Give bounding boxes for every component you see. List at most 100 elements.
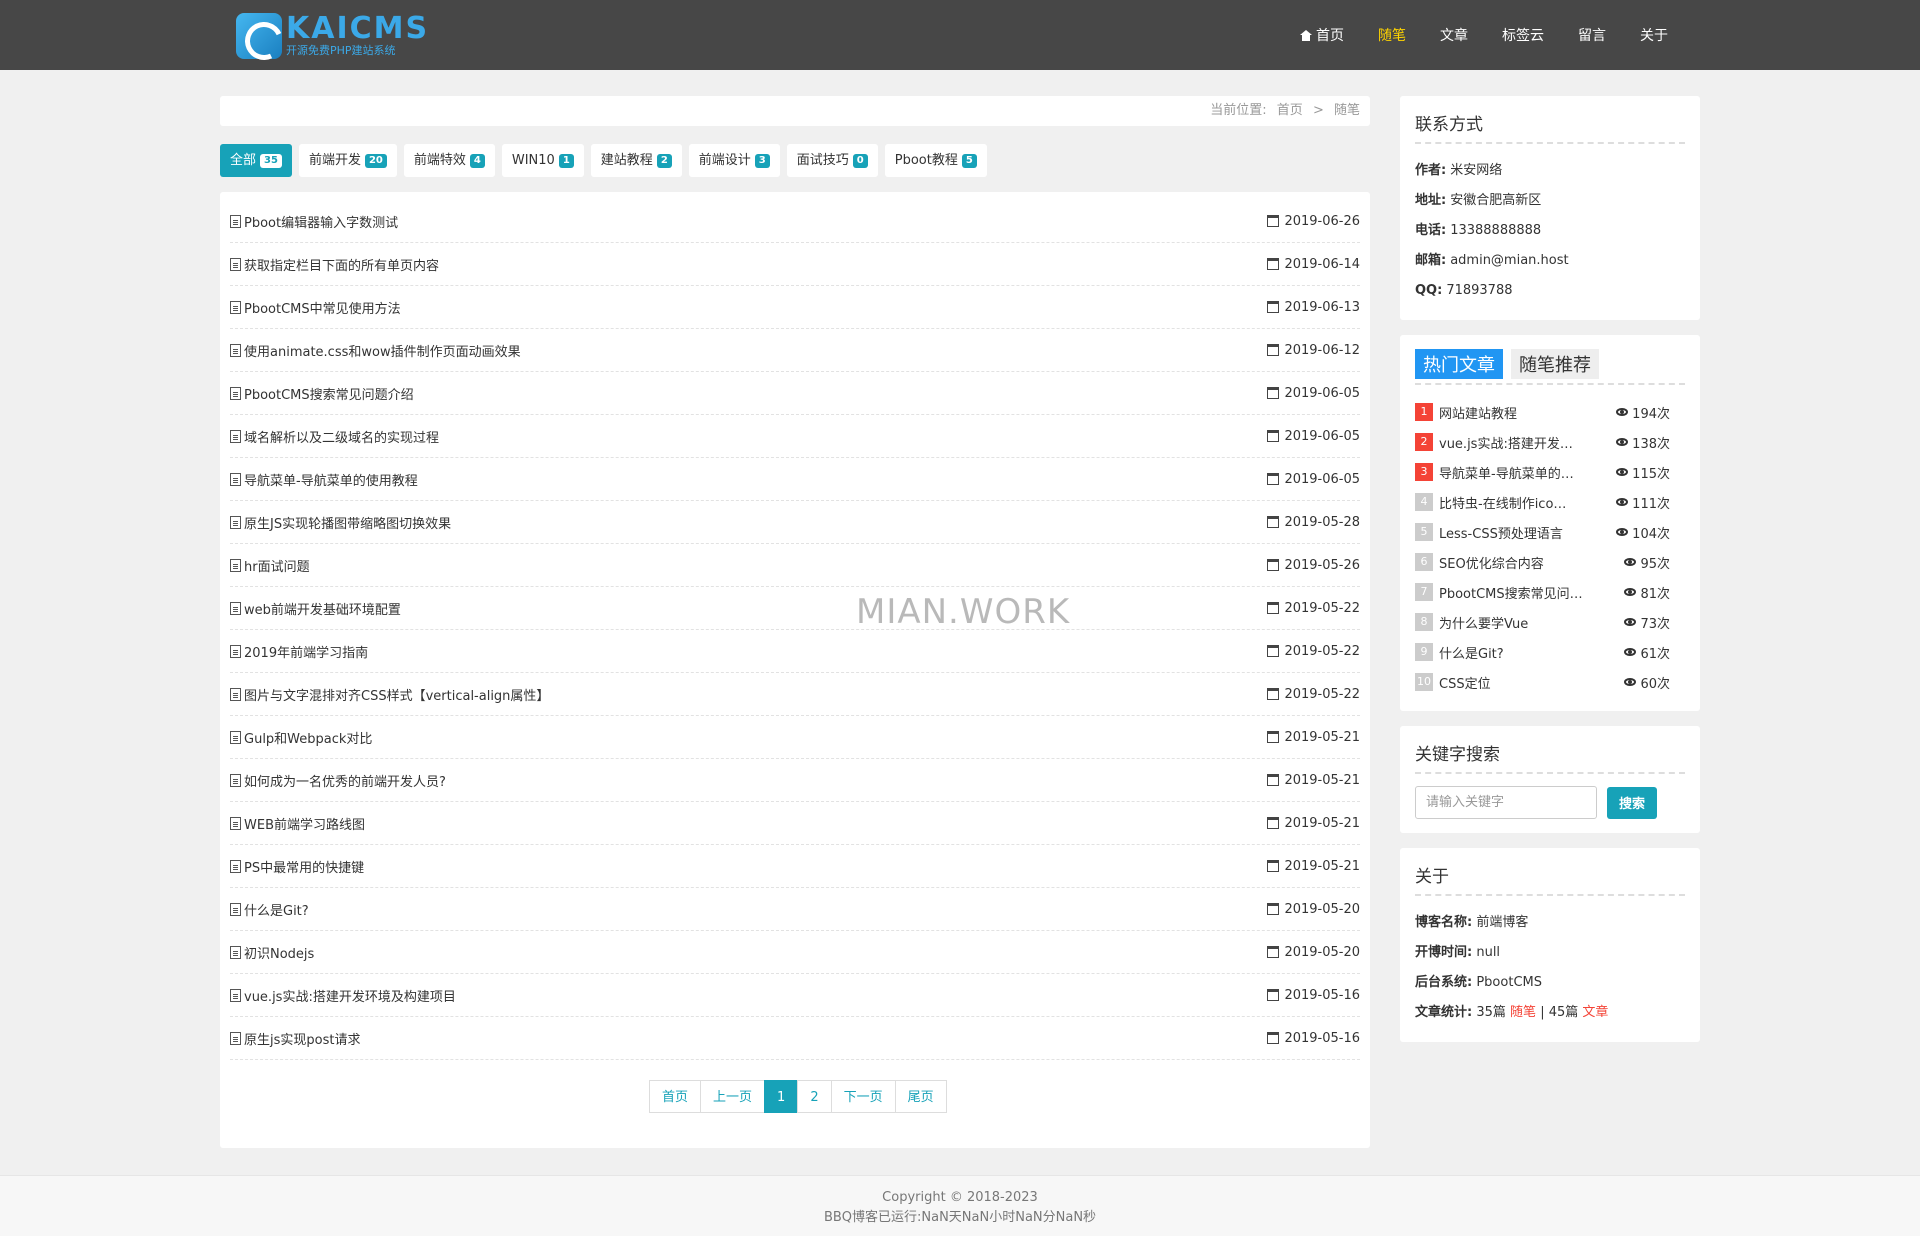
search-button[interactable]: 搜索	[1607, 786, 1658, 819]
nav-label: 关于	[1640, 28, 1668, 44]
article-link[interactable]: 域名解析以及二级域名的实现过程	[230, 427, 439, 446]
category-tag[interactable]: 面试技巧 0	[786, 144, 878, 177]
file-icon	[230, 902, 241, 916]
article-link[interactable]: 什么是Git?	[230, 900, 309, 919]
nav-item-1[interactable]: 随笔	[1378, 25, 1406, 45]
search-input[interactable]	[1415, 786, 1597, 819]
contact-row: 电话: 13388888888	[1415, 216, 1685, 246]
views-text: 73次	[1640, 616, 1670, 632]
article-link[interactable]: PS中最常用的快捷键	[230, 857, 364, 876]
article-link[interactable]: 获取指定栏目下面的所有单页内容	[230, 255, 439, 274]
article-link[interactable]: PbootCMS搜索常见问题介绍	[230, 384, 414, 403]
breadcrumb-home[interactable]: 首页	[1277, 103, 1303, 118]
article-title: 图片与文字混排对齐CSS样式【vertical-align属性】	[244, 688, 550, 704]
hot-article-row: 5 Less-CSS预处理语言 104次	[1415, 517, 1685, 547]
category-tag[interactable]: 前端开发 20	[298, 144, 397, 177]
article-link[interactable]: 2019年前端学习指南	[230, 642, 368, 661]
article-link[interactable]: 导航菜单-导航菜单的使用教程	[230, 470, 418, 489]
nav-item-5[interactable]: 关于	[1640, 25, 1668, 45]
hot-article-link[interactable]: 5 Less-CSS预处理语言	[1415, 523, 1609, 542]
footer: Copyright © 2018-2023 BBQ博客已运行:NaN天NaN小时…	[0, 1175, 1920, 1236]
page-button[interactable]: 1	[764, 1080, 799, 1113]
article-link[interactable]: hr面试问题	[230, 556, 310, 575]
view-count: 104次	[1616, 523, 1685, 542]
page-button[interactable]: 首页	[649, 1080, 702, 1113]
file-icon	[230, 601, 241, 615]
article-link[interactable]: vue.js实战:搭建开发环境及构建项目	[230, 986, 456, 1005]
stats-link-articles[interactable]: 文章	[1582, 1005, 1608, 1020]
article-link[interactable]: PbootCMS中常见使用方法	[230, 298, 401, 317]
calendar-icon	[1267, 516, 1280, 528]
nav-item-3[interactable]: 标签云	[1502, 25, 1544, 45]
tab-hot-articles[interactable]: 热门文章	[1415, 349, 1503, 379]
category-tag[interactable]: Pboot教程 5	[884, 144, 987, 177]
calendar-icon	[1267, 258, 1280, 270]
hot-article-link[interactable]: 10 CSS定位	[1415, 673, 1609, 692]
page-button[interactable]: 上一页	[700, 1080, 766, 1113]
hot-article-link[interactable]: 2 vue.js实战:搭建开发…	[1415, 433, 1609, 452]
hot-article-link[interactable]: 4 比特虫-在线制作ico…	[1415, 493, 1609, 512]
calendar-icon	[1267, 1032, 1280, 1044]
date-text: 2019-06-13	[1284, 299, 1360, 315]
hot-article-title: vue.js实战:搭建开发…	[1439, 436, 1573, 452]
article-link[interactable]: 原生js实现post请求	[230, 1029, 360, 1048]
article-date: 2019-06-12	[1267, 343, 1360, 358]
list-item: 域名解析以及二级域名的实现过程 2019-06-05	[230, 415, 1360, 458]
file-icon	[230, 558, 241, 572]
hot-article-link[interactable]: 8 为什么要学Vue	[1415, 613, 1609, 632]
article-link[interactable]: Gulp和Webpack对比	[230, 728, 372, 747]
category-tag[interactable]: 建站教程 2	[590, 144, 682, 177]
page-button[interactable]: 尾页	[894, 1080, 947, 1113]
article-list: Pboot编辑器输入字数测试 2019-06-26 获取指定栏目下面的所有单页内容 2…	[220, 192, 1370, 1148]
category-tag[interactable]: 前端设计 3	[688, 144, 780, 177]
article-link[interactable]: 如何成为一名优秀的前端开发人员?	[230, 771, 446, 790]
hot-article-link[interactable]: 3 导航菜单-导航菜单的…	[1415, 463, 1609, 482]
list-item: PS中最常用的快捷键 2019-05-21	[230, 845, 1360, 888]
hot-article-link[interactable]: 7 PbootCMS搜索常见问…	[1415, 583, 1609, 602]
article-title: Gulp和Webpack对比	[244, 731, 373, 747]
article-date: 2019-05-16	[1267, 1031, 1360, 1046]
article-link[interactable]: 使用animate.css和wow插件制作页面动画效果	[230, 341, 521, 360]
article-date: 2019-06-14	[1267, 257, 1360, 272]
page-button[interactable]: 2	[797, 1080, 832, 1113]
stats-link-notes[interactable]: 随笔	[1510, 1005, 1536, 1020]
eye-icon	[1616, 438, 1629, 446]
category-tag[interactable]: WIN10 1	[501, 144, 584, 177]
site-logo[interactable]: KAICMS 开源免费PHP建站系统	[236, 13, 429, 59]
nav-item-2[interactable]: 文章	[1440, 25, 1468, 45]
list-item: Pboot编辑器输入字数测试 2019-06-26	[230, 200, 1360, 243]
list-item: 导航菜单-导航菜单的使用教程 2019-06-05	[230, 458, 1360, 501]
file-icon	[230, 472, 241, 486]
nav-item-0[interactable]: 首页	[1300, 25, 1344, 45]
calendar-icon	[1267, 946, 1280, 958]
nav-item-4[interactable]: 留言	[1578, 25, 1606, 45]
list-item: 图片与文字混排对齐CSS样式【vertical-align属性】 2019-05-…	[230, 673, 1360, 716]
category-tag[interactable]: 前端特效 4	[403, 144, 495, 177]
hot-article-title: 为什么要学Vue	[1439, 616, 1529, 632]
tab-recommended[interactable]: 随笔推荐	[1511, 349, 1599, 379]
sidebar: 联系方式 作者: 米安网络 地址: 安徽合肥高新区 电话: 13388888888 邮箱: a…	[1400, 96, 1700, 1057]
page-button[interactable]: 下一页	[830, 1080, 896, 1113]
calendar-icon	[1267, 817, 1280, 829]
calendar-icon	[1267, 688, 1280, 700]
nav-label: 留言	[1578, 28, 1606, 44]
list-item: WEB前端学习路线图 2019-05-21	[230, 802, 1360, 845]
file-icon	[230, 343, 241, 357]
hot-article-link[interactable]: 9 什么是Git?	[1415, 643, 1609, 662]
hot-article-link[interactable]: 6 SEO优化综合内容	[1415, 553, 1609, 572]
article-link[interactable]: 图片与文字混排对齐CSS样式【vertical-align属性】	[230, 685, 549, 704]
tag-count-badge: 35	[260, 153, 282, 168]
article-link[interactable]: web前端开发基础环境配置	[230, 599, 401, 618]
view-count: 111次	[1616, 493, 1685, 512]
view-count: 81次	[1624, 583, 1685, 602]
article-link[interactable]: WEB前端学习路线图	[230, 814, 365, 833]
file-icon	[230, 816, 241, 830]
tag-label: 建站教程	[600, 153, 653, 168]
hot-article-link[interactable]: 1 网站建站教程	[1415, 403, 1609, 422]
article-date: 2019-05-21	[1267, 773, 1360, 788]
article-link[interactable]: Pboot编辑器输入字数测试	[230, 212, 398, 231]
category-tag[interactable]: 全部 35	[220, 144, 292, 177]
view-count: 194次	[1616, 403, 1685, 422]
article-link[interactable]: 初识Nodejs	[230, 943, 314, 962]
article-link[interactable]: 原生JS实现轮播图带缩略图切换效果	[230, 513, 451, 532]
